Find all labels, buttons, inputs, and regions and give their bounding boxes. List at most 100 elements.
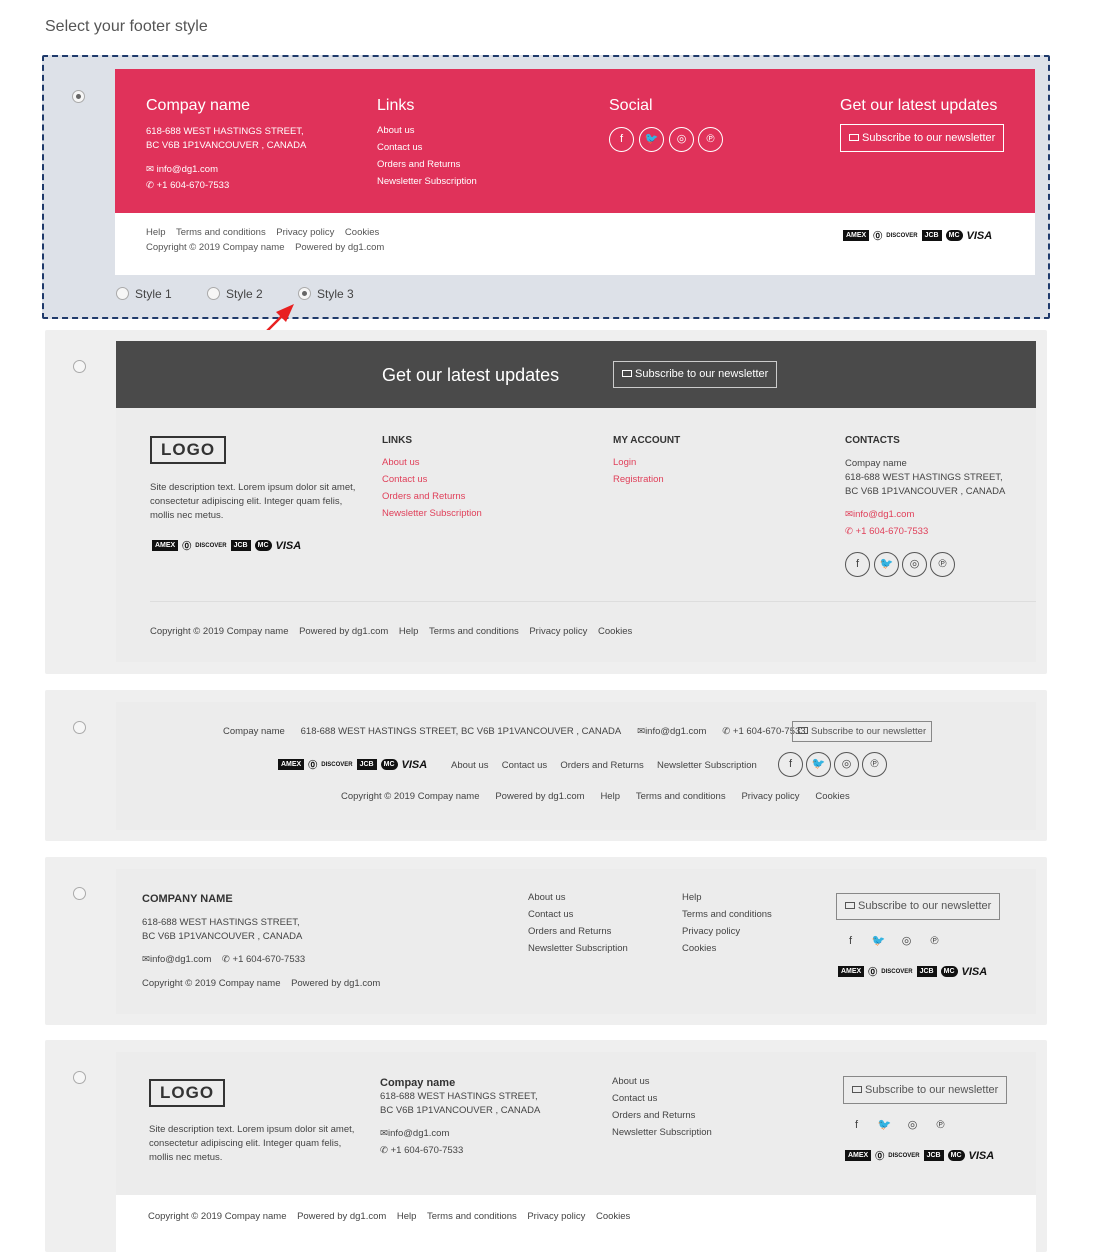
style-1-option[interactable]: Style 1 [116,287,172,301]
payment-icons: AMEX ⓪ DISCOVER JCB MC VISA [838,965,991,978]
jcb-icon: JCB [921,230,942,241]
divider [150,601,1036,602]
links-list: About us Contact us Orders and Returns News… [528,892,628,954]
payment-icons: AMEX ⓪ DISCOVER JCB MC VISA [845,1149,998,1162]
link-newsletter[interactable]: Newsletter Subscription [377,173,477,190]
address: 618-688 WEST HASTINGS STREET, BC V6B 1P1V… [380,1091,541,1116]
instagram-icon[interactable]: ◎ [669,127,694,152]
bottom-bar: Copyright © 2019 Compay name Powered by … [116,1195,1036,1252]
style-3-option[interactable]: Style 3 [298,287,354,301]
footer-option-5[interactable]: LOGO Site description text. Lorem ipsum … [45,1040,1047,1252]
legal-terms[interactable]: Terms and conditions [176,227,266,238]
twitter-icon[interactable]: 🐦 [639,127,664,152]
legal-help[interactable]: Help [146,227,166,238]
instagram-icon[interactable]: ◎ [900,1114,925,1139]
link-orders[interactable]: Orders and Returns [377,156,477,173]
subscribe-button[interactable]: Subscribe to our newsletter [792,721,933,742]
links-heading: Links [377,97,415,114]
diners-icon: ⓪ [873,231,883,241]
copyright: Copyright © 2019 Compay name Powered by … [142,978,381,989]
address: 618-688 WEST HASTINGS STREET, BC V6B 1P1V… [146,126,307,151]
social-heading: Social [609,97,653,114]
twitter-icon[interactable]: 🐦 [872,1114,897,1139]
pinterest-icon[interactable]: ℗ [930,552,955,577]
subscribe-button[interactable]: Subscribe to our newsletter [836,893,1001,920]
payment-icons: AMEX ⓪ DISCOVER JCB MC VISA [152,539,305,552]
links-heading: LINKS [382,435,412,446]
option-1-radio[interactable] [72,90,85,103]
footer-option-3[interactable]: Compay name 618-688 WEST HASTINGS STREET… [45,690,1047,841]
option-5-radio[interactable] [73,1071,86,1084]
contact-info: ✉info@dg1.com ✆ +1 604-670-7533 [380,1128,464,1156]
amex-icon: AMEX [843,230,870,241]
option-1-top: Compay name 618-688 WEST HASTINGS STREET… [115,69,1035,213]
facebook-icon[interactable]: f [838,930,863,955]
updates-banner: Get our latest updates Subscribe to our … [116,341,1036,408]
company-heading: Compay name [380,1077,456,1089]
twitter-icon[interactable]: 🐦 [874,552,899,577]
account-links: Login Registration [613,457,664,485]
footer-option-4[interactable]: COMPANY NAME 618-688 WEST HASTINGS STREE… [45,857,1047,1025]
site-description: Site description text. Lorem ipsum dolor… [149,1124,355,1163]
subscribe-button[interactable]: Subscribe to our newsletter [840,124,1005,152]
link-about[interactable]: About us [377,122,477,139]
links-list: About us Contact us Orders and Returns News… [612,1076,712,1138]
account-heading: MY ACCOUNT [613,435,681,446]
footer-option-1[interactable]: Compay name 618-688 WEST HASTINGS STREET… [42,55,1050,319]
twitter-icon[interactable]: 🐦 [866,930,891,955]
visa-icon: VISA [966,229,993,242]
pinterest-icon[interactable]: ℗ [922,930,947,955]
contact-info: ✉info@dg1.com ✆ +1 604-670-7533 [142,954,306,965]
facebook-icon[interactable]: f [778,752,803,777]
address: 618-688 WEST HASTINGS STREET, BC V6B 1P1V… [142,917,303,942]
option-1-preview: Compay name 618-688 WEST HASTINGS STREET… [115,69,1035,275]
pinterest-icon[interactable]: ℗ [862,752,887,777]
legal-privacy[interactable]: Privacy policy [276,227,334,238]
twitter-icon[interactable]: 🐦 [806,752,831,777]
pinterest-icon[interactable]: ℗ [928,1114,953,1139]
link-contact[interactable]: Contact us [377,139,477,156]
option-2-radio[interactable] [73,360,86,373]
option-4-preview: COMPANY NAME 618-688 WEST HASTINGS STREE… [116,869,1036,1014]
option-3-preview: Compay name 618-688 WEST HASTINGS STREET… [116,702,1036,830]
option-3-radio[interactable] [73,721,86,734]
facebook-icon[interactable]: f [609,127,634,152]
instagram-icon[interactable]: ◎ [834,752,859,777]
legal-links: Help Terms and conditions Privacy policy… [146,226,379,240]
bottom-bar: Copyright © 2019 Compay name Powered by … [150,626,633,637]
bottom-bar: Copyright © 2019 Compay name Powered by … [341,791,850,802]
discover-icon: DISCOVER [886,232,918,239]
pinterest-icon[interactable]: ℗ [698,127,723,152]
payment-icons: AMEX ⓪ DISCOVER JCB MC VISA [843,229,996,242]
subscribe-button[interactable]: Subscribe to our newsletter [843,1076,1008,1104]
links-row: About us Contact us Orders and Returns N… [451,760,757,771]
email[interactable]: ✉ info@dg1.com [146,163,218,177]
option-5-preview: LOGO Site description text. Lorem ipsum … [116,1052,1036,1252]
contact-row: Compay name 618-688 WEST HASTINGS STREET… [223,726,806,737]
payment-icons: AMEX ⓪ DISCOVER JCB MC VISA [278,758,431,771]
logo: LOGO [149,1079,226,1107]
links-list: About us Contact us Orders and Returns News… [382,457,482,519]
legal-cookies[interactable]: Cookies [345,227,379,238]
updates-heading: Get our latest updates [840,97,998,114]
company-heading: COMPANY NAME [142,893,233,905]
updates-heading: Get our latest updates [382,365,560,385]
phone[interactable]: ✆ +1 604-670-7533 [146,179,229,193]
site-description: Site description text. Lorem ipsum dolor… [150,482,356,521]
company-heading: Compay name [146,97,251,114]
mastercard-icon: MC [945,230,963,241]
option-4-radio[interactable] [73,887,86,900]
facebook-icon[interactable]: f [845,552,870,577]
instagram-icon[interactable]: ◎ [902,552,927,577]
facebook-icon[interactable]: f [844,1114,869,1139]
links-list: About us Contact us Orders and Returns N… [377,122,477,190]
copyright: Copyright © 2019 Compay name Powered by … [146,242,385,253]
instagram-icon[interactable]: ◎ [894,930,919,955]
option-2-preview: Get our latest updates Subscribe to our … [116,341,1036,662]
subscribe-button[interactable]: Subscribe to our newsletter [613,361,778,388]
footer-option-2[interactable]: Get our latest updates Subscribe to our … [45,330,1047,674]
legal-list: Help Terms and conditions Privacy policy Co… [682,892,772,954]
contacts-heading: CONTACTS [845,435,900,446]
contacts-address: Compay name 618-688 WEST HASTINGS STREET,… [845,458,1006,497]
contacts-info: ✉info@dg1.com ✆ +1 604-670-7533 [845,509,929,537]
